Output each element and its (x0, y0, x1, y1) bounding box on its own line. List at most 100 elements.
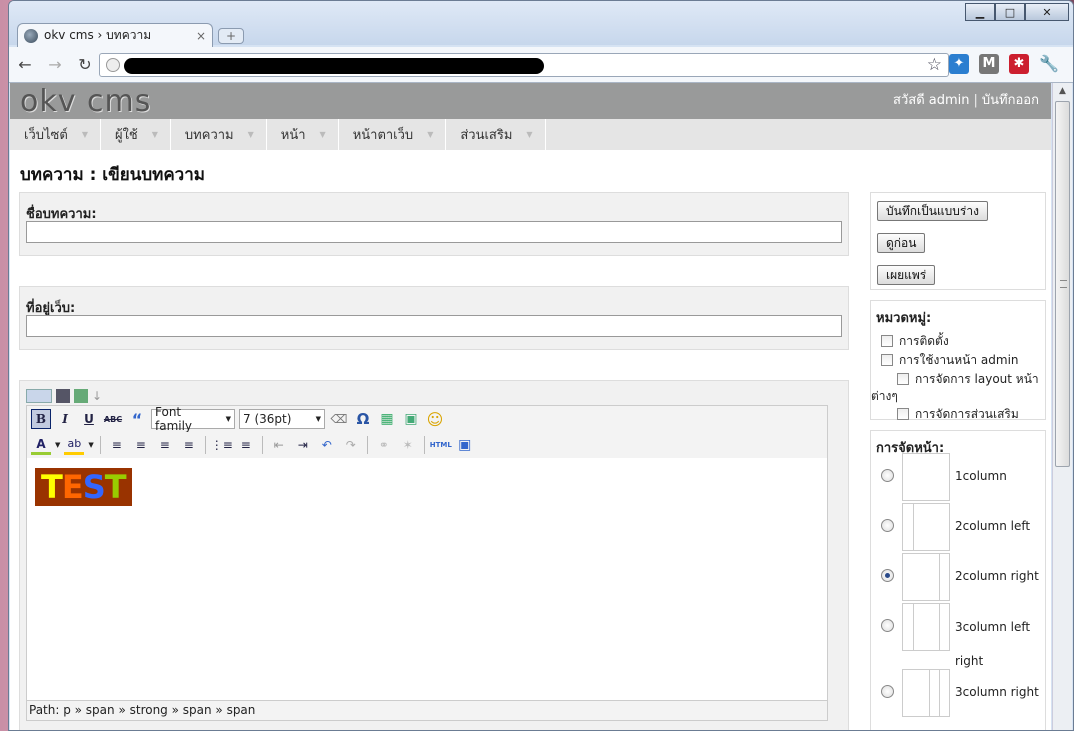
logout-link[interactable]: บันทึกออก (982, 93, 1039, 108)
special-char-icon[interactable]: Ω (353, 409, 373, 429)
unlink-icon[interactable]: ✶ (398, 435, 418, 455)
layout-radio-3column-right[interactable] (881, 685, 894, 698)
align-justify-icon[interactable]: ≡ (179, 435, 199, 455)
editor-content-area[interactable]: TEST (27, 460, 827, 700)
address-bar[interactable]: ☆ (99, 53, 949, 77)
site-logo[interactable]: okv cms (20, 83, 151, 121)
fullscreen-icon[interactable]: ▣ (455, 435, 475, 455)
layout-radio-2column-right[interactable] (881, 569, 894, 582)
emoticon-icon[interactable]: ☺ (425, 409, 445, 429)
globe-icon (24, 28, 38, 43)
layout-radio-3column-left-right[interactable] (881, 619, 894, 632)
user-bar-separator: | (973, 93, 978, 108)
bullet-list-icon[interactable]: ⋮≡ (211, 435, 233, 455)
menu-label: บทความ (184, 128, 234, 143)
close-tab-icon[interactable]: × (196, 29, 206, 43)
category-item[interactable]: การใช้งานหน้า admin (871, 351, 1045, 370)
outdent-icon[interactable]: ⇤ (269, 435, 289, 455)
layout-thumb-3column-left-right[interactable] (902, 603, 950, 651)
indent-icon[interactable]: ⇥ (293, 435, 313, 455)
scroll-up-icon[interactable]: ▲ (1053, 83, 1072, 100)
menu-item-website[interactable]: เว็บไซต์ ▼ (10, 119, 101, 150)
scrollbar-thumb[interactable] (1055, 101, 1070, 467)
url-panel: ที่อยู่เว็บ: (19, 286, 849, 350)
align-left-icon[interactable]: ≡ (107, 435, 127, 455)
letter-t2: T (104, 468, 127, 506)
layout-thumb-2column-right[interactable] (902, 553, 950, 601)
media-embed-icon[interactable]: ▦ (377, 409, 397, 429)
layout-thumb-2column-left[interactable] (902, 503, 950, 551)
reload-icon[interactable]: ↻ (75, 55, 95, 75)
redo-icon[interactable]: ↷ (341, 435, 361, 455)
layout-radio-2column-left[interactable] (881, 519, 894, 532)
html-source-button[interactable]: HTML (430, 435, 452, 455)
menu-item-theme[interactable]: หน้าตาเว็บ ▼ (339, 119, 447, 150)
align-right-icon[interactable]: ≡ (155, 435, 175, 455)
layout-thumb-3column-right[interactable] (902, 669, 950, 717)
menu-item-articles[interactable]: บทความ ▼ (171, 119, 267, 150)
category-label: การติดตั้ง (899, 334, 949, 348)
eraser-icon[interactable]: ⌫ (329, 409, 349, 429)
menu-item-pages[interactable]: หน้า ▼ (267, 119, 339, 150)
category-item[interactable]: การติดตั้ง (871, 332, 1045, 351)
toolbar-separator (366, 436, 368, 454)
browser-tab[interactable]: okv cms › บทความ × (17, 23, 213, 47)
browser-toolbar: ← → ↻ ☆ ✦ M ✱ 🔧 (9, 47, 1073, 83)
new-tab-button[interactable]: + (218, 28, 244, 44)
layout-label: 3column left right (955, 610, 1041, 678)
bold-button[interactable]: B (31, 409, 51, 429)
underline-button[interactable]: U (79, 409, 99, 429)
minimize-button[interactable]: ▁ (965, 3, 995, 21)
visual-mode-icon[interactable] (26, 389, 52, 403)
link-icon[interactable]: ⚭ (374, 435, 394, 455)
menu-item-users[interactable]: ผู้ใช้ ▼ (101, 119, 171, 150)
greeting[interactable]: สวัสดี admin (893, 93, 969, 108)
mail-icon[interactable]: M (979, 54, 999, 74)
strikethrough-button[interactable]: ABC (103, 409, 123, 429)
menu-item-addons[interactable]: ส่วนเสริม ▼ (446, 119, 546, 150)
save-draft-button[interactable]: บันทึกเป็นแบบร่าง (877, 201, 988, 221)
layout-radio-1column[interactable] (881, 469, 894, 482)
url-input[interactable] (26, 315, 842, 337)
media-icon[interactable] (56, 389, 70, 403)
menu-label: เว็บไซต์ (24, 128, 68, 143)
wrench-icon[interactable]: 🔧 (1039, 54, 1059, 74)
blockquote-icon[interactable]: “ (127, 409, 147, 429)
layout-thumb-1column[interactable] (902, 453, 950, 501)
category-checkbox[interactable] (897, 408, 909, 420)
title-input[interactable] (26, 221, 842, 243)
numbered-list-icon[interactable]: ≡ (236, 435, 256, 455)
category-checkbox[interactable] (897, 373, 909, 385)
align-center-icon[interactable]: ≡ (131, 435, 151, 455)
back-icon[interactable]: ← (15, 55, 35, 75)
font-family-select[interactable]: Font family ▼ (151, 405, 235, 433)
category-checkbox[interactable] (881, 354, 893, 366)
category-item[interactable]: การจัดการส่วนเสริม (871, 405, 1045, 424)
preview-button[interactable]: ดูก่อน (877, 233, 926, 253)
arrow-down-icon[interactable]: ↓ (92, 389, 104, 403)
bookmark-star-icon[interactable]: ☆ (927, 55, 942, 75)
undo-icon[interactable]: ↶ (317, 435, 337, 455)
highlight-color-icon[interactable]: ab (64, 435, 85, 455)
image-icon[interactable]: ▣ (401, 409, 421, 429)
gallery-icon[interactable] (74, 389, 88, 403)
publish-button[interactable]: เผยแพร่ (877, 265, 936, 285)
page-scrollbar[interactable]: ▲ (1052, 83, 1072, 730)
category-item[interactable]: การจัดการ layout หน้าต่างๆ (871, 371, 1045, 405)
forward-icon[interactable]: → (45, 55, 65, 75)
layout-label: 2column left (955, 519, 1031, 533)
styled-text[interactable]: TEST (35, 468, 132, 506)
maximize-button[interactable]: □ (995, 3, 1025, 21)
font-size-select[interactable]: 7 (36pt) ▼ (239, 409, 325, 429)
chevron-down-icon[interactable]: ▼ (55, 441, 60, 449)
close-window-button[interactable]: ✕ (1025, 3, 1069, 21)
text-color-icon[interactable]: A (31, 435, 51, 455)
extension-icon[interactable]: ✦ (949, 54, 969, 74)
category-checkbox[interactable] (881, 335, 893, 347)
editor-mode-bar: ↓ (26, 389, 104, 403)
redacted-url (124, 58, 544, 74)
chevron-down-icon[interactable]: ▼ (88, 441, 93, 449)
italic-button[interactable]: I (55, 409, 75, 429)
editor-panel: ↓ B I U ABC “ Font family ▼ 7 (36pt) ▼ ⌫ Ω… (19, 380, 849, 730)
asterisk-extension-icon[interactable]: ✱ (1009, 54, 1029, 74)
